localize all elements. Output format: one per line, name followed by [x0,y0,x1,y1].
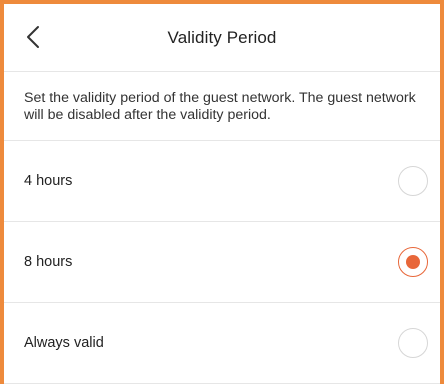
radio-button-unselected[interactable] [398,166,428,196]
option-4-hours[interactable]: 4 hours [4,141,440,222]
header-bar: Validity Period [4,4,440,72]
option-label: Always valid [24,335,104,351]
page-title: Validity Period [167,27,277,47]
back-button[interactable] [18,20,48,54]
radio-button-unselected[interactable] [398,328,428,358]
option-label: 4 hours [24,173,73,189]
option-always-valid[interactable]: Always valid [4,303,440,384]
radio-button-selected[interactable] [398,247,428,277]
app-screen: Validity Period Set the validity period … [0,0,444,384]
chevron-left-icon [27,26,39,48]
radio-dot-icon [406,255,420,269]
option-label: 8 hours [24,254,73,270]
option-8-hours[interactable]: 8 hours [4,222,440,303]
description-text: Set the validity period of the guest net… [4,72,440,141]
